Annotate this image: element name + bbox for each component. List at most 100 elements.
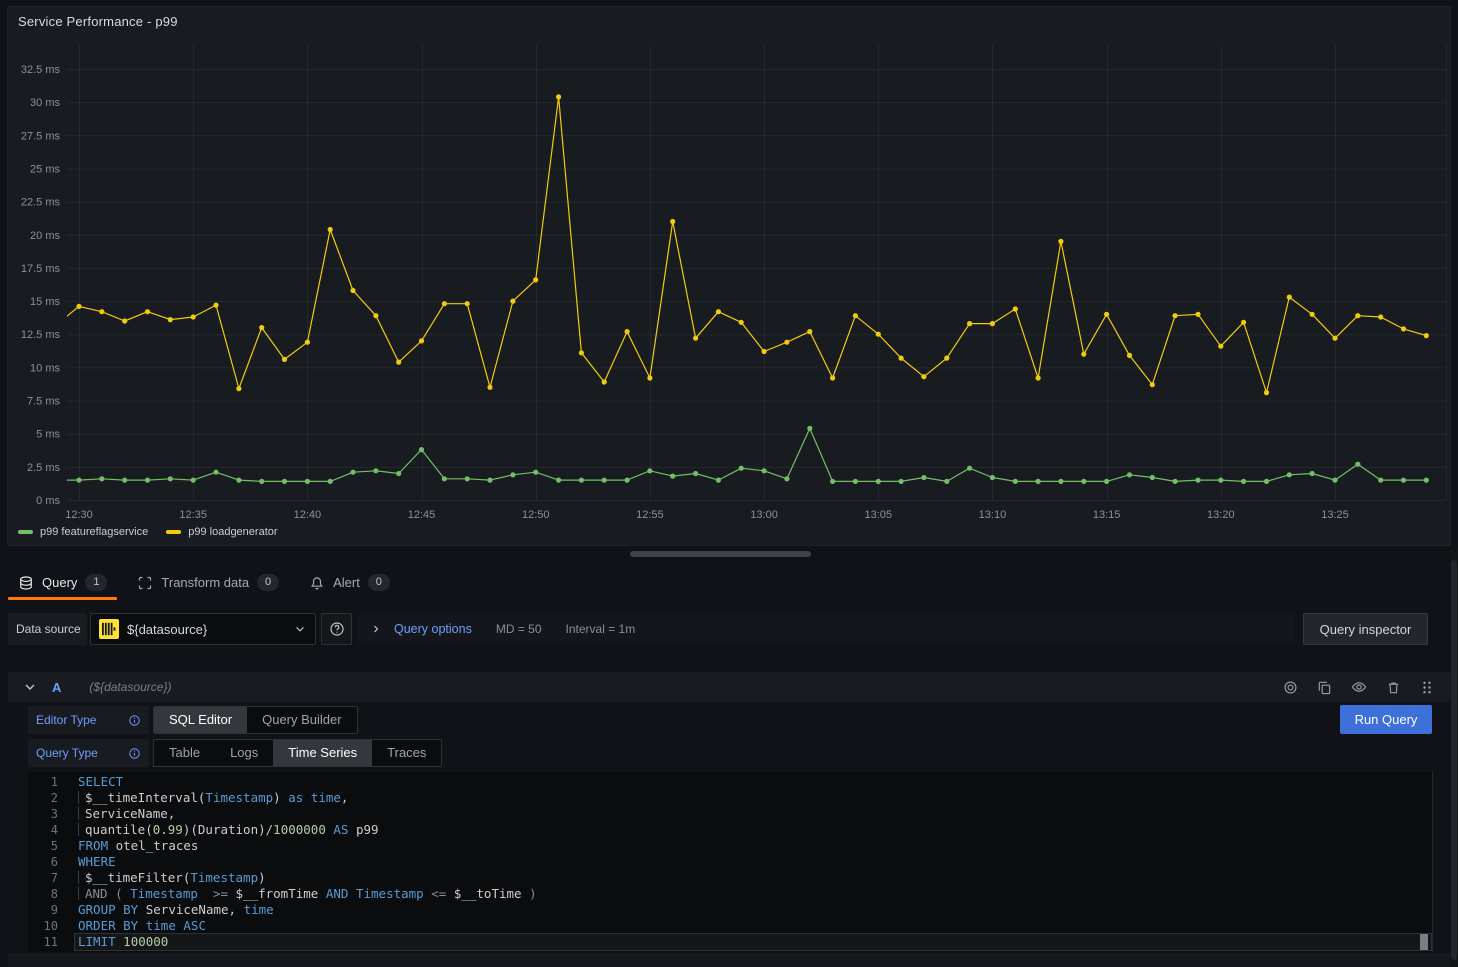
indent-guide: [78, 887, 85, 900]
time-series-chart[interactable]: 0 ms2.5 ms5 ms7.5 ms10 ms12.5 ms15 ms17.…: [8, 7, 1450, 545]
code-line-content[interactable]: $__timeInterval(Timestamp) as time,: [78, 790, 348, 806]
sql-code-editor[interactable]: 1SELECT2$__timeInterval(Timestamp) as ti…: [28, 772, 1433, 952]
code-line-6: 6WHERE: [28, 854, 1432, 870]
legend-item-featureflagservice[interactable]: p99 featureflagservice: [18, 526, 148, 538]
query-options-label[interactable]: Query options: [394, 622, 472, 636]
line-number: 3: [28, 806, 58, 822]
code-token: ASC: [183, 918, 206, 933]
collapse-chevron-icon[interactable]: [24, 681, 36, 693]
code-token: $__timeInterval(: [85, 790, 205, 805]
code-line-5: 5 FROM otel_traces: [28, 838, 1432, 854]
code-line-content[interactable]: WHERE: [78, 854, 116, 870]
editor-type-label: Editor Type: [28, 706, 149, 734]
run-query-button[interactable]: Run Query: [1340, 705, 1432, 734]
tab-alert[interactable]: Alert 0: [299, 565, 400, 600]
legend-series-label[interactable]: p99 featureflagservice: [40, 526, 148, 538]
datasource-picker[interactable]: ${datasource}: [90, 613, 316, 645]
line-number: 7: [28, 870, 58, 886]
svg-text:15 ms: 15 ms: [30, 296, 60, 308]
code-token: [318, 886, 326, 901]
code-token: >=: [198, 886, 236, 901]
code-token: time: [146, 918, 176, 933]
disable-query-icon[interactable]: [1283, 680, 1298, 695]
code-token: [348, 886, 356, 901]
code-line-content[interactable]: $__timeFilter(Timestamp): [78, 870, 266, 886]
vertical-scrollbar-thumb[interactable]: [1451, 560, 1457, 960]
code-line-content[interactable]: SELECT: [78, 774, 123, 790]
svg-text:30 ms: 30 ms: [30, 97, 60, 109]
code-line-content[interactable]: LIMIT 100000: [78, 934, 168, 950]
database-icon: [18, 575, 34, 591]
editor-type-option-query-builder[interactable]: Query Builder: [247, 707, 356, 733]
editor-type-option-sql-editor[interactable]: SQL Editor: [154, 707, 247, 733]
code-line-content[interactable]: ServiceName,: [78, 806, 175, 822]
chevron-right-icon: [370, 623, 382, 635]
datasource-help-button[interactable]: [321, 613, 352, 645]
svg-text:20 ms: 20 ms: [30, 230, 60, 242]
code-token: Timestamp: [205, 790, 273, 805]
code-line-content[interactable]: FROM otel_traces: [78, 838, 198, 854]
info-icon[interactable]: [128, 714, 141, 727]
tab-label: Alert: [333, 575, 360, 590]
line-number: 10: [28, 918, 58, 934]
query-ref-id[interactable]: A: [52, 680, 61, 695]
duplicate-query-icon[interactable]: [1317, 680, 1332, 695]
code-line-content[interactable]: GROUP BY ServiceName, time: [78, 902, 274, 918]
query-options-md: MD = 50: [496, 622, 542, 636]
query-inspector-label: Query inspector: [1320, 622, 1412, 637]
query-type-option-table[interactable]: Table: [154, 740, 215, 766]
svg-text:12:40: 12:40: [294, 509, 322, 521]
datasource-label: Data source: [8, 613, 87, 645]
code-line-1: 1SELECT: [28, 774, 1432, 790]
editor-scrollbar-thumb[interactable]: [1420, 934, 1428, 950]
svg-text:2.5 ms: 2.5 ms: [27, 462, 61, 474]
tab-transform-data[interactable]: Transform data 0: [127, 565, 289, 600]
line-number: 11: [28, 934, 58, 950]
svg-text:13:25: 13:25: [1321, 509, 1349, 521]
delete-query-trash-icon[interactable]: [1386, 680, 1401, 695]
legend-series-label[interactable]: p99 loadgenerator: [188, 526, 277, 538]
svg-text:13:00: 13:00: [750, 509, 778, 521]
code-token: AND: [326, 886, 349, 901]
query-type-option-time-series[interactable]: Time Series: [273, 740, 372, 766]
code-line-7: 7 $__timeFilter(Timestamp): [28, 870, 1432, 886]
tab-query[interactable]: Query 1: [8, 565, 117, 600]
query-type-label: Query Type: [28, 739, 149, 767]
code-token: $__timeFilter(: [85, 870, 190, 885]
code-token: as: [288, 790, 303, 805]
svg-text:13:15: 13:15: [1093, 509, 1121, 521]
code-token: Timestamp: [356, 886, 424, 901]
code-token: time: [311, 790, 341, 805]
line-number: 5: [28, 838, 58, 854]
horizontal-scrollbar-thumb[interactable]: [630, 551, 811, 557]
line-number: 4: [28, 822, 58, 838]
indent-guide: [78, 871, 85, 884]
code-token: otel_traces: [108, 838, 198, 853]
code-token: [303, 790, 311, 805]
hide-response-eye-icon[interactable]: [1351, 679, 1367, 695]
code-token: 100000: [123, 934, 168, 949]
query-row-header[interactable]: A (${datasource}): [8, 672, 1450, 702]
code-line-content[interactable]: AND ( Timestamp >= $__fromTime AND Times…: [78, 886, 537, 902]
legend-item-loadgenerator[interactable]: p99 loadgenerator: [166, 526, 277, 538]
query-options-toggle[interactable]: Query options: [370, 622, 472, 636]
code-token: ServiceName,: [85, 806, 175, 821]
code-token: $__fromTime: [236, 886, 319, 901]
svg-text:12:35: 12:35: [179, 509, 207, 521]
code-line-9: 9GROUP BY ServiceName, time: [28, 902, 1432, 918]
run-query-label: Run Query: [1355, 712, 1418, 727]
code-line-content[interactable]: ORDER BY time ASC: [78, 918, 206, 934]
query-type-option-logs[interactable]: Logs: [215, 740, 273, 766]
indent-guide: [78, 823, 85, 836]
svg-text:7.5 ms: 7.5 ms: [27, 396, 61, 408]
info-icon[interactable]: [128, 747, 141, 760]
drag-handle-icon[interactable]: [1420, 680, 1434, 695]
code-token: LIMIT: [78, 934, 116, 949]
query-type-option-traces[interactable]: Traces: [372, 740, 441, 766]
query-inspector-button[interactable]: Query inspector: [1303, 613, 1428, 645]
chevron-down-icon: [293, 622, 307, 636]
query-row-actions: [1283, 679, 1434, 695]
editor-type-label-text: Editor Type: [36, 713, 96, 727]
code-line-content[interactable]: quantile(0.99)(Duration)/1000000 AS p99: [78, 822, 379, 838]
svg-text:25 ms: 25 ms: [30, 163, 60, 175]
